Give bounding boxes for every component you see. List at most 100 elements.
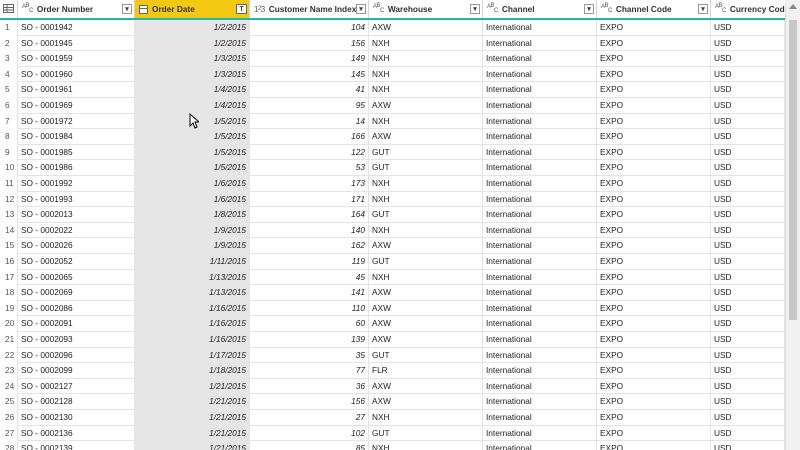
row-number[interactable]: 12 (0, 191, 18, 208)
cell-currency-code[interactable]: USD (711, 378, 785, 395)
cell-warehouse[interactable]: NXH (369, 441, 483, 450)
table-row[interactable]: 23 SO - 0002099 1/18/2015 77 FLR Internationa… (0, 363, 785, 379)
cell-channel[interactable]: International (483, 129, 597, 145)
cell-order-number[interactable]: SO - 0001961 (18, 82, 135, 98)
cell-channel-code[interactable]: EXPO (597, 425, 711, 442)
cell-order-number[interactable]: SO - 0001986 (18, 160, 135, 176)
cell-order-date[interactable]: 1/21/2015 (135, 441, 250, 450)
cell-warehouse[interactable]: AXW (369, 98, 483, 114)
cell-currency-code[interactable]: USD (711, 254, 785, 270)
row-number[interactable]: 22 (0, 347, 18, 364)
table-menu-button[interactable] (0, 0, 18, 18)
cell-customer-name-index[interactable]: 95 (250, 98, 369, 114)
cell-channel[interactable]: International (483, 222, 597, 239)
row-number[interactable]: 9 (0, 144, 18, 161)
column-header-order-number[interactable]: ABC Order Number ▾ (18, 0, 135, 18)
cell-currency-code[interactable]: USD (711, 441, 785, 450)
cell-warehouse[interactable]: NXH (369, 222, 483, 239)
cell-customer-name-index[interactable]: 41 (250, 82, 369, 98)
cell-order-date[interactable]: 1/4/2015 (135, 82, 250, 98)
column-header-channel[interactable]: ABC Channel ▾ (483, 0, 597, 18)
cell-channel[interactable]: International (483, 238, 597, 254)
table-row[interactable]: 2 SO - 0001945 1/2/2015 156 NXH International… (0, 35, 785, 52)
cell-warehouse[interactable]: AXW (369, 332, 483, 348)
cell-channel-code[interactable]: EXPO (597, 144, 711, 161)
column-header-warehouse[interactable]: ABC Warehouse ▾ (369, 0, 483, 18)
cell-currency-code[interactable]: USD (711, 347, 785, 364)
column-dropdown-button[interactable]: ▾ (122, 4, 132, 14)
table-row[interactable]: 8 SO - 0001984 1/5/2015 166 AXW International… (0, 129, 785, 145)
cell-channel[interactable]: International (483, 51, 597, 67)
cell-customer-name-index[interactable]: 140 (250, 222, 369, 239)
table-row[interactable]: 4 SO - 0001960 1/3/2015 145 NXH International… (0, 66, 785, 83)
column-dropdown-button[interactable]: ▾ (470, 4, 480, 14)
cell-warehouse[interactable]: AXW (369, 238, 483, 254)
cell-channel[interactable]: International (483, 363, 597, 379)
cell-customer-name-index[interactable]: 166 (250, 129, 369, 145)
cell-order-number[interactable]: SO - 0001992 (18, 176, 135, 192)
cell-warehouse[interactable]: NXH (369, 113, 483, 130)
cell-channel[interactable]: International (483, 66, 597, 83)
row-number[interactable]: 23 (0, 363, 18, 379)
cell-order-date[interactable]: 1/3/2015 (135, 51, 250, 67)
cell-channel-code[interactable]: EXPO (597, 51, 711, 67)
table-row[interactable]: 12 SO - 0001993 1/6/2015 171 NXH Internationa… (0, 191, 785, 208)
cell-channel-code[interactable]: EXPO (597, 160, 711, 176)
cell-channel[interactable]: International (483, 207, 597, 223)
cell-customer-name-index[interactable]: 102 (250, 425, 369, 442)
cell-customer-name-index[interactable]: 145 (250, 66, 369, 83)
cell-order-date[interactable]: 1/13/2015 (135, 285, 250, 301)
cell-customer-name-index[interactable]: 173 (250, 176, 369, 192)
cell-customer-name-index[interactable]: 104 (250, 20, 369, 36)
cell-channel[interactable]: International (483, 191, 597, 208)
cell-customer-name-index[interactable]: 60 (250, 316, 369, 332)
cell-channel[interactable]: International (483, 410, 597, 426)
cell-currency-code[interactable]: USD (711, 300, 785, 317)
column-dropdown-button[interactable]: ▾ (356, 4, 366, 14)
cell-customer-name-index[interactable]: 156 (250, 394, 369, 410)
cell-warehouse[interactable]: AXW (369, 129, 483, 145)
cell-currency-code[interactable]: USD (711, 238, 785, 254)
column-header-channel-code[interactable]: ABC Channel Code ▾ (597, 0, 711, 18)
cell-warehouse[interactable]: NXH (369, 269, 483, 286)
cell-customer-name-index[interactable]: 45 (250, 269, 369, 286)
scrollbar-thumb[interactable] (789, 20, 797, 320)
cell-currency-code[interactable]: USD (711, 410, 785, 426)
cell-channel[interactable]: International (483, 82, 597, 98)
cell-order-number[interactable]: SO - 0002026 (18, 238, 135, 254)
cell-currency-code[interactable]: USD (711, 144, 785, 161)
cell-channel[interactable]: International (483, 254, 597, 270)
cell-customer-name-index[interactable]: 85 (250, 441, 369, 450)
cell-order-date[interactable]: 1/5/2015 (135, 160, 250, 176)
cell-channel-code[interactable]: EXPO (597, 316, 711, 332)
cell-order-date[interactable]: 1/6/2015 (135, 191, 250, 208)
cell-order-date[interactable]: 1/4/2015 (135, 98, 250, 114)
cell-warehouse[interactable]: NXH (369, 410, 483, 426)
table-row[interactable]: 22 SO - 0002096 1/17/2015 35 GUT Internationa… (0, 347, 785, 364)
table-row[interactable]: 28 SO - 0002139 1/21/2015 85 NXH Internationa… (0, 441, 785, 450)
cell-customer-name-index[interactable]: 53 (250, 160, 369, 176)
cell-order-number[interactable]: SO - 0002099 (18, 363, 135, 379)
row-number[interactable]: 14 (0, 222, 18, 239)
cell-customer-name-index[interactable]: 14 (250, 113, 369, 130)
cell-order-date[interactable]: 1/21/2015 (135, 425, 250, 442)
table-row[interactable]: 3 SO - 0001959 1/3/2015 149 NXH International… (0, 51, 785, 67)
cell-order-number[interactable]: SO - 0002139 (18, 441, 135, 450)
cell-warehouse[interactable]: GUT (369, 144, 483, 161)
cell-order-number[interactable]: SO - 0001985 (18, 144, 135, 161)
row-number[interactable]: 20 (0, 316, 18, 332)
cell-warehouse[interactable]: NXH (369, 66, 483, 83)
cell-currency-code[interactable]: USD (711, 35, 785, 52)
cell-warehouse[interactable]: NXH (369, 35, 483, 52)
cell-order-number[interactable]: SO - 0001960 (18, 66, 135, 83)
table-row[interactable]: 16 SO - 0002052 1/11/2015 119 GUT Internation… (0, 254, 785, 270)
cell-channel[interactable]: International (483, 347, 597, 364)
table-row[interactable]: 11 SO - 0001992 1/6/2015 173 NXH Internationa… (0, 176, 785, 192)
cell-channel-code[interactable]: EXPO (597, 176, 711, 192)
cell-order-number[interactable]: SO - 0001945 (18, 35, 135, 52)
cell-currency-code[interactable]: USD (711, 222, 785, 239)
cell-order-date[interactable]: 1/3/2015 (135, 66, 250, 83)
cell-channel-code[interactable]: EXPO (597, 238, 711, 254)
cell-channel-code[interactable]: EXPO (597, 191, 711, 208)
row-number[interactable]: 17 (0, 269, 18, 286)
